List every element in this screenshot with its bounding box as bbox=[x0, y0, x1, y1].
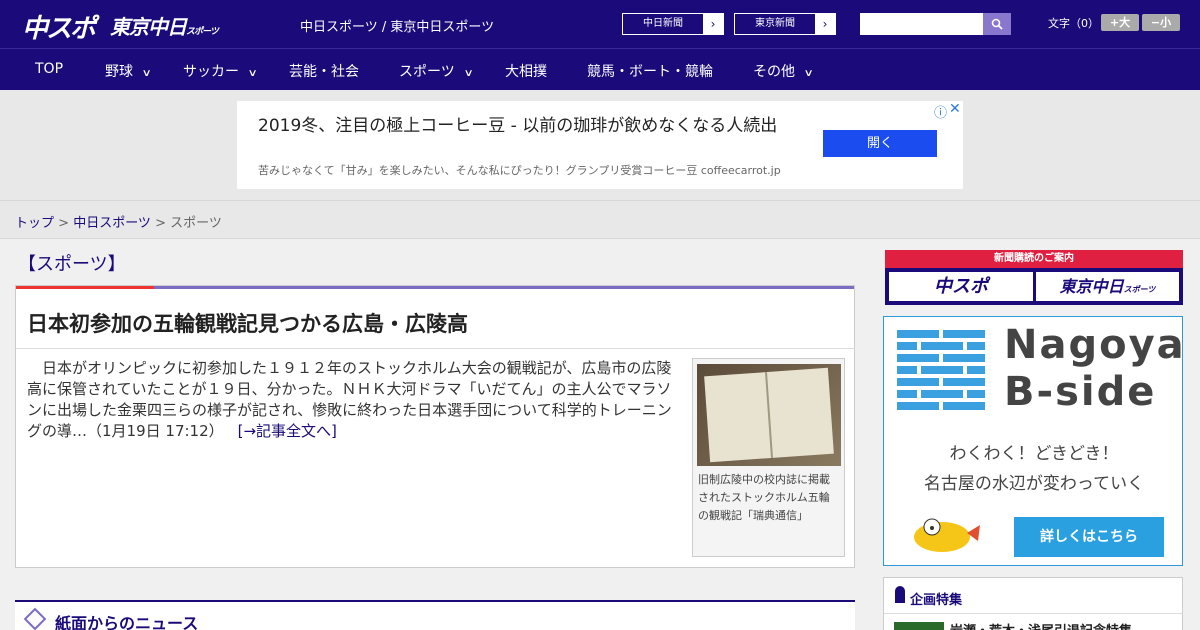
subscribe-tokyo-chunichi-button[interactable]: 東京中日スポーツ bbox=[1036, 272, 1179, 301]
nav-baseball-label: 野球 bbox=[105, 64, 133, 80]
ebi-fry-mascot-icon bbox=[914, 518, 980, 552]
breadcrumb-chunichi[interactable]: 中日スポーツ bbox=[73, 216, 151, 231]
search-input[interactable] bbox=[860, 13, 983, 35]
breadcrumb-top[interactable]: トップ bbox=[15, 216, 54, 231]
feature-thumbnail[interactable] bbox=[894, 622, 944, 630]
nav-entertainment[interactable]: 芸能・社会 bbox=[289, 61, 359, 81]
ad-open-button[interactable]: 開く bbox=[823, 130, 937, 157]
search-icon bbox=[991, 18, 1003, 30]
ad-banner[interactable]: 2019冬、注目の極上コーヒー豆 - 以前の珈琲が飲めなくなる人続出 苦みじゃな… bbox=[237, 101, 963, 189]
nav-other-label: その他 bbox=[753, 64, 795, 80]
breadcrumb-band: トップ > 中日スポーツ > スポーツ bbox=[0, 200, 1200, 239]
news-from-paper-title: 紙面からのニュース bbox=[55, 614, 199, 630]
ad-title[interactable]: 2019冬、注目の極上コーヒー豆 - 以前の珈琲が飲めなくなる人続出 bbox=[258, 115, 778, 137]
article-top-bar-accent bbox=[16, 286, 154, 289]
open-book-image bbox=[704, 367, 834, 463]
bside-word-bside: B-side bbox=[1004, 369, 1157, 415]
brick-wall-icon bbox=[897, 330, 985, 410]
divider bbox=[16, 348, 854, 349]
tokyo-chunichi-logo-text: 東京中日 bbox=[110, 15, 187, 39]
breadcrumb: トップ > 中日スポーツ > スポーツ bbox=[15, 212, 222, 231]
breadcrumb-current: スポーツ bbox=[170, 216, 222, 231]
font-size-label: 文字（0） bbox=[1048, 17, 1099, 30]
subscribe-chuspo-button[interactable]: 中スポ bbox=[889, 272, 1033, 301]
font-smaller-button[interactable]: −小 bbox=[1142, 14, 1180, 31]
article-body: 日本がオリンピックに初参加した１９１２年のストックホルム大会の観戦記が、広島市の… bbox=[27, 358, 683, 442]
breadcrumb-separator: > bbox=[150, 216, 171, 231]
feature-link[interactable]: 岩瀬・荒木・浅尾引退記念特集 bbox=[950, 620, 1132, 630]
nav-baseball[interactable]: 野球 ∨ bbox=[105, 61, 152, 81]
bside-word-nagoya: Nagoya bbox=[1004, 322, 1186, 368]
nav-other[interactable]: その他 ∨ bbox=[753, 61, 814, 81]
ad-info-icon[interactable]: ⓘ bbox=[934, 102, 947, 121]
chunichi-shimbun-link[interactable]: 中日新聞 › bbox=[622, 13, 724, 35]
subscription-box: 新聞購読のご案内 中スポ 東京中日スポーツ bbox=[885, 250, 1183, 305]
chevron-right-icon: › bbox=[703, 14, 723, 34]
site-header: 中スポ 東京中日スポーツ 中日スポーツ / 東京中日スポーツ 中日新聞 › 東京… bbox=[0, 0, 1200, 48]
news-from-paper: 紙面からのニュース bbox=[15, 600, 855, 630]
divider bbox=[884, 613, 1182, 614]
article-photo[interactable]: 旧制広陵中の校内誌に掲載されたストックホルム五輪の観戦記「瑞典通信」 bbox=[692, 358, 845, 557]
tokyo-chunichi-logo[interactable]: 東京中日スポーツ bbox=[110, 11, 219, 40]
search-button[interactable] bbox=[983, 13, 1011, 35]
chuspo-logo[interactable]: 中スポ bbox=[22, 8, 96, 45]
nav-soccer-label: サッカー bbox=[183, 64, 239, 80]
nagoya-bside-banner[interactable]: Nagoya B-side わくわく！どきどき！ 名古屋の水辺が変わっていく 詳… bbox=[883, 316, 1186, 566]
chevron-down-icon: ∨ bbox=[463, 68, 474, 79]
chevron-down-icon: ∨ bbox=[803, 68, 814, 79]
subscription-heading[interactable]: 新聞購読のご案内 bbox=[885, 250, 1183, 268]
font-larger-button[interactable]: +大 bbox=[1101, 14, 1139, 31]
photo-caption: 旧制広陵中の校内誌に掲載されたストックホルム五輪の観戦記「瑞典通信」 bbox=[698, 473, 830, 522]
chevron-down-icon: ∨ bbox=[141, 68, 152, 79]
nav-entertainment-label: 芸能・社会 bbox=[289, 64, 359, 80]
chevron-right-icon: › bbox=[815, 14, 835, 34]
chevron-down-icon: ∨ bbox=[247, 68, 258, 79]
article-card: 日本初参加の五輪観戦記見つかる広島・広陵高 日本がオリンピックに初参加した１９１… bbox=[15, 285, 855, 568]
section-title: 【スポーツ】 bbox=[18, 254, 126, 275]
ribbon-icon bbox=[895, 586, 905, 603]
nav-soccer[interactable]: サッカー ∨ bbox=[183, 61, 258, 81]
site-name: 中日スポーツ / 東京中日スポーツ bbox=[300, 20, 495, 35]
special-features-box: 企画特集 岩瀬・荒木・浅尾引退記念特集 bbox=[883, 577, 1183, 630]
bside-tagline-1: わくわく！どきどき！ bbox=[949, 444, 1119, 464]
photo-image[interactable] bbox=[697, 364, 841, 466]
subscribe-tokyo-chunichi-label: 東京中日 bbox=[1059, 277, 1124, 296]
nav-top[interactable]: TOP bbox=[35, 61, 63, 77]
diamond-icon bbox=[23, 607, 47, 630]
article-title[interactable]: 日本初参加の五輪観戦記見つかる広島・広陵高 bbox=[27, 308, 468, 338]
tokyo-chunichi-logo-suffix: スポーツ bbox=[186, 27, 219, 37]
special-features-title: 企画特集 bbox=[910, 593, 963, 608]
ad-close-icon[interactable]: ✕ bbox=[949, 101, 961, 117]
ad-subtext: 苦みじゃなくて「甘み」を楽しみたい、そんな私にぴったり！グランプリ受賞コーヒー豆… bbox=[258, 164, 781, 177]
nav-sumo-label: 大相撲 bbox=[505, 64, 547, 80]
tokyo-shimbun-label: 東京新聞 bbox=[755, 18, 795, 29]
nav-sports[interactable]: スポーツ ∨ bbox=[399, 61, 474, 81]
main-nav: TOP 野球 ∨ サッカー ∨ 芸能・社会 スポーツ ∨ 大相撲 競馬・ボート・競輪 … bbox=[0, 48, 1200, 90]
chunichi-shimbun-label: 中日新聞 bbox=[643, 18, 683, 29]
nav-racing[interactable]: 競馬・ボート・競輪 bbox=[587, 61, 713, 81]
bside-tagline-2: 名古屋の水辺が変わっていく bbox=[923, 474, 1145, 494]
nav-racing-label: 競馬・ボート・競輪 bbox=[587, 64, 713, 80]
nav-sumo[interactable]: 大相撲 bbox=[505, 61, 547, 81]
read-more-link[interactable]: [→記事全文へ] bbox=[238, 422, 337, 440]
ad-band: 2019冬、注目の極上コーヒー豆 - 以前の珈琲が飲めなくなる人続出 苦みじゃな… bbox=[0, 90, 1200, 200]
nav-sports-label: スポーツ bbox=[399, 64, 455, 80]
tokyo-shimbun-link[interactable]: 東京新聞 › bbox=[734, 13, 836, 35]
subscribe-tokyo-chunichi-suffix: スポーツ bbox=[1123, 285, 1156, 294]
bside-details-button[interactable]: 詳しくはこちら bbox=[1014, 517, 1164, 557]
article-top-bar bbox=[16, 286, 854, 289]
breadcrumb-separator: > bbox=[54, 216, 74, 231]
article-summary: 日本がオリンピックに初参加した１９１２年のストックホルム大会の観戦記が、広島市の… bbox=[27, 359, 672, 440]
nav-top-label: TOP bbox=[35, 61, 64, 77]
